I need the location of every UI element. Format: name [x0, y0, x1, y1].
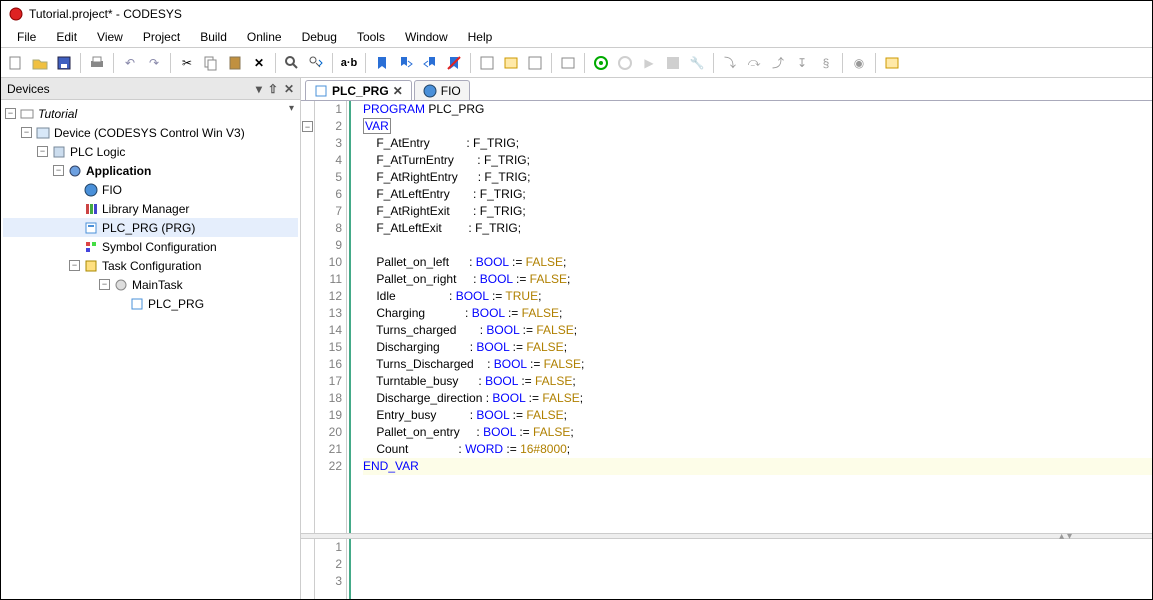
expander-icon[interactable]: −: [5, 108, 16, 119]
editor-tabs: PLC_PRG ✕ FIO: [301, 78, 1152, 100]
pou-icon: [314, 84, 328, 98]
copy-button[interactable]: [200, 52, 222, 74]
fold-icon[interactable]: −: [302, 121, 313, 132]
menu-window[interactable]: Window: [397, 28, 456, 46]
app-icon: [9, 7, 23, 21]
menu-build[interactable]: Build: [192, 28, 235, 46]
expander-icon[interactable]: −: [99, 279, 110, 290]
tree-device[interactable]: Device (CODESYS Control Win V3): [54, 126, 245, 140]
tab-plc-prg[interactable]: PLC_PRG ✕: [305, 80, 412, 100]
panel-dropdown-icon[interactable]: ▾: [254, 82, 264, 96]
open-button[interactable]: [29, 52, 51, 74]
menu-view[interactable]: View: [89, 28, 131, 46]
globe-icon: [423, 84, 437, 98]
print-button[interactable]: [86, 52, 108, 74]
tree-task-plc-prg[interactable]: PLC_PRG: [148, 297, 204, 311]
generate-button[interactable]: [500, 52, 522, 74]
step-out-button[interactable]: ⤴: [767, 52, 789, 74]
cut-button[interactable]: ✂: [176, 52, 198, 74]
menu-help[interactable]: Help: [460, 28, 501, 46]
clean-button[interactable]: [524, 52, 546, 74]
stop-button[interactable]: [662, 52, 684, 74]
tree-options-icon[interactable]: ▾: [289, 103, 294, 114]
tree-library-manager[interactable]: Library Manager: [102, 202, 189, 216]
tree-plc-logic[interactable]: PLC Logic: [70, 145, 125, 159]
menu-online[interactable]: Online: [239, 28, 290, 46]
symbol-config-icon: [83, 239, 99, 255]
task-icon: [113, 277, 129, 293]
tree-task-config[interactable]: Task Configuration: [102, 259, 201, 273]
declaration-editor[interactable]: − 12345678910111213141516171819202122 PR…: [301, 101, 1152, 533]
code-text[interactable]: PROGRAM PLC_PRG VAR F_AtEntry : F_TRIG; …: [351, 101, 1152, 533]
run-to-cursor-button[interactable]: ↧: [791, 52, 813, 74]
delete-button[interactable]: ✕: [248, 52, 270, 74]
tree-symbol-config[interactable]: Symbol Configuration: [102, 240, 217, 254]
pou-icon: [83, 220, 99, 236]
build-button[interactable]: [476, 52, 498, 74]
paste-button[interactable]: [224, 52, 246, 74]
menu-project[interactable]: Project: [135, 28, 188, 46]
bookmark-next-button[interactable]: [395, 52, 417, 74]
titlebar: Tutorial.project* - CODESYS: [1, 1, 1152, 26]
bookmark-prev-button[interactable]: [419, 52, 441, 74]
application-icon: [67, 163, 83, 179]
device-icon: [35, 125, 51, 141]
tab-close-icon[interactable]: ✕: [393, 84, 403, 98]
find-next-button[interactable]: [305, 52, 327, 74]
step-over-button[interactable]: ⤼: [743, 52, 765, 74]
expander-icon[interactable]: −: [21, 127, 32, 138]
set-next-button[interactable]: §: [815, 52, 837, 74]
bookmark-toggle-button[interactable]: [371, 52, 393, 74]
devices-panel-title: Devices: [7, 82, 50, 96]
bookmark-clear-button[interactable]: [443, 52, 465, 74]
logout-button[interactable]: [614, 52, 636, 74]
tree-plc-prg[interactable]: PLC_PRG (PRG): [102, 221, 195, 235]
step-into-button[interactable]: ⤵: [719, 52, 741, 74]
save-button[interactable]: [53, 52, 75, 74]
project-icon: [19, 106, 35, 122]
menu-tools[interactable]: Tools: [349, 28, 393, 46]
library-icon: [83, 201, 99, 217]
menu-edit[interactable]: Edit: [48, 28, 85, 46]
tree-fio[interactable]: FIO: [102, 183, 122, 197]
line-gutter: 12345678910111213141516171819202122: [315, 101, 347, 533]
editor-area: PLC_PRG ✕ FIO − 123456789101112131415161…: [301, 78, 1152, 599]
window-title: Tutorial.project* - CODESYS: [29, 7, 182, 21]
devices-panel: Devices ▾ ⇧ ✕ ▾ −Tutorial −Device (CODES…: [1, 78, 301, 599]
panel-close-icon[interactable]: ✕: [282, 82, 296, 96]
line-gutter: 123: [315, 539, 347, 599]
tab-fio[interactable]: FIO: [414, 80, 470, 100]
menu-file[interactable]: File: [9, 28, 44, 46]
login-button[interactable]: [590, 52, 612, 74]
pou-icon: [129, 296, 145, 312]
undo-button[interactable]: ↶: [119, 52, 141, 74]
options-button[interactable]: [881, 52, 903, 74]
tab-label: PLC_PRG: [332, 84, 389, 98]
tree-root[interactable]: Tutorial: [38, 107, 77, 121]
breakpoint-button[interactable]: ◉: [848, 52, 870, 74]
implementation-editor[interactable]: 123: [301, 539, 1152, 599]
tab-label: FIO: [441, 84, 461, 98]
globe-icon: [83, 182, 99, 198]
expander-icon[interactable]: −: [53, 165, 64, 176]
toolbar: ↶ ↷ ✂ ✕ a·b ▶ 🔧 ⤵ ⤼ ⤴ ↧ § ◉: [1, 48, 1152, 78]
single-cycle-button[interactable]: 🔧: [686, 52, 708, 74]
plc-logic-icon: [51, 144, 67, 160]
find-button[interactable]: [281, 52, 303, 74]
redo-button[interactable]: ↷: [143, 52, 165, 74]
panel-pin-icon[interactable]: ⇧: [266, 82, 280, 96]
expander-icon[interactable]: −: [37, 146, 48, 157]
expander-icon[interactable]: −: [69, 260, 80, 271]
start-button[interactable]: ▶: [638, 52, 660, 74]
debug-button[interactable]: [557, 52, 579, 74]
tree-maintask[interactable]: MainTask: [132, 278, 183, 292]
menu-debug[interactable]: Debug: [294, 28, 345, 46]
fold-column[interactable]: −: [301, 101, 315, 533]
task-config-icon: [83, 258, 99, 274]
tree-application[interactable]: Application: [86, 164, 151, 178]
new-button[interactable]: [5, 52, 27, 74]
replace-button[interactable]: a·b: [338, 52, 360, 74]
menubar: File Edit View Project Build Online Debu…: [1, 26, 1152, 48]
device-tree[interactable]: ▾ −Tutorial −Device (CODESYS Control Win…: [1, 100, 300, 599]
